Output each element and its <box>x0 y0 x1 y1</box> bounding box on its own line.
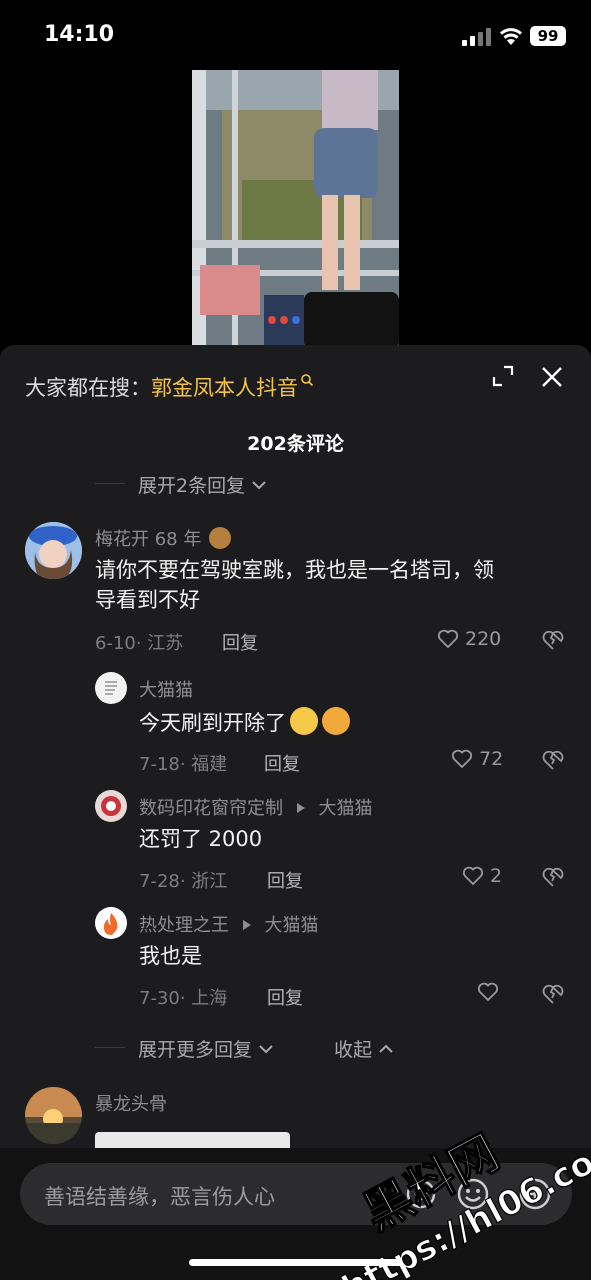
expand-more-replies[interactable]: 展开更多回复 <box>138 1035 274 1062</box>
heart-icon <box>462 866 484 886</box>
comment-meta: 6-10· 江苏 <box>95 633 184 654</box>
reply-to-name: 大猫猫 <box>318 798 373 819</box>
reply-author[interactable]: 大猫猫 <box>139 676 193 702</box>
reply-button[interactable]: 回复 <box>222 629 258 655</box>
video-thumbnail[interactable] <box>192 70 399 350</box>
like-button[interactable]: 72 <box>451 748 503 770</box>
broken-heart-icon[interactable] <box>541 983 565 1005</box>
reply-text-content: 今天刷到开除了 <box>139 711 286 735</box>
wifi-icon <box>500 28 522 45</box>
search-icon <box>301 374 314 387</box>
comment-text: 请你不要在驾驶室跳，我也是一名塔司，领 导看到不好 <box>95 555 565 615</box>
reply-author[interactable]: 数码印花窗帘定制 大猫猫 <box>139 794 372 820</box>
status-time: 14:10 <box>44 22 115 47</box>
chevron-down-icon <box>259 1045 273 1054</box>
hot-search-bar[interactable]: 大家都在搜：郭金凤本人抖音 <box>25 372 314 402</box>
like-count: 220 <box>465 628 502 650</box>
heart-icon <box>451 749 473 769</box>
fullscreen-icon[interactable] <box>492 365 514 387</box>
avatar[interactable] <box>95 790 127 822</box>
like-button[interactable]: 2 <box>462 865 502 887</box>
laughing-emoji-icon <box>322 707 350 735</box>
comment-count: 202条评论 <box>247 433 344 455</box>
divider <box>95 1047 125 1048</box>
broken-heart-icon[interactable] <box>541 629 565 651</box>
status-bar: 14:10 99 <box>0 0 591 70</box>
expand-replies-top[interactable]: 展开2条回复 <box>138 471 267 498</box>
reply-text: 还罚了 2000 <box>139 827 263 851</box>
like-count: 2 <box>490 865 503 887</box>
comment-input[interactable]: 善语结善缘，恶言伤人心 <box>20 1163 572 1225</box>
hot-search-label: 大家都在搜： <box>25 376 151 400</box>
commenter-name[interactable]: 暴龙头骨 <box>95 1090 167 1116</box>
commenter-name[interactable]: 梅花开 68 年 <box>95 525 232 551</box>
heart-icon <box>477 982 499 1002</box>
mention-icon[interactable] <box>404 1177 438 1211</box>
reply-author-text: 热处理之王 <box>139 915 229 936</box>
reply-author[interactable]: 热处理之王 大猫猫 <box>139 911 318 937</box>
play-arrow-icon <box>242 920 251 930</box>
broken-heart-icon[interactable] <box>541 866 565 888</box>
add-icon[interactable] <box>518 1177 552 1211</box>
cellular-signal-icon <box>462 28 492 46</box>
reply-meta: 7-30· 上海 <box>139 988 228 1009</box>
chevron-down-icon <box>252 481 266 490</box>
commenter-name-text: 梅花开 68 年 <box>95 529 202 550</box>
reply-to-name: 大猫猫 <box>264 915 319 936</box>
reply-button[interactable]: 回复 <box>267 867 303 893</box>
comment-input-placeholder: 善语结善缘，恶言伤人心 <box>44 1185 275 1209</box>
chevron-up-icon <box>379 1044 393 1053</box>
emoji-icon[interactable] <box>456 1177 490 1211</box>
like-button[interactable]: 220 <box>437 628 501 650</box>
reply-text: 今天刷到开除了 <box>139 707 350 738</box>
heart-icon <box>437 629 459 649</box>
reply-text: 我也是 <box>139 944 202 968</box>
close-icon[interactable] <box>540 365 564 389</box>
collapse-label: 收起 <box>334 1039 373 1061</box>
home-indicator[interactable] <box>189 1259 403 1266</box>
avatar[interactable] <box>95 672 127 704</box>
collapse-replies[interactable]: 收起 <box>334 1035 394 1062</box>
play-arrow-icon <box>296 803 305 813</box>
reply-meta: 7-18· 福建 <box>139 754 228 775</box>
avatar[interactable] <box>25 1087 82 1144</box>
comment-text-line2: 导看到不好 <box>95 588 200 612</box>
rolling-eyes-emoji-icon <box>290 707 318 735</box>
expand-more-label: 展开更多回复 <box>138 1039 253 1061</box>
reply-button[interactable]: 回复 <box>267 984 303 1010</box>
avatar[interactable] <box>95 907 127 939</box>
divider <box>95 483 125 484</box>
comment-text-line1: 请你不要在驾驶室跳，我也是一名塔司，领 <box>95 558 494 582</box>
battery-icon: 99 <box>530 26 566 46</box>
reply-author-text: 数码印花窗帘定制 <box>139 798 283 819</box>
reply-button[interactable]: 回复 <box>264 750 300 776</box>
reply-meta: 7-28· 浙江 <box>139 871 228 892</box>
avatar[interactable] <box>25 522 82 579</box>
comment-sheet: 大家都在搜：郭金凤本人抖音 202条评论 展开2条回复 梅花开 68 年 请你不… <box>0 345 591 1280</box>
like-button[interactable] <box>477 982 505 1002</box>
broken-heart-icon[interactable] <box>541 749 565 771</box>
hot-search-keyword[interactable]: 郭金凤本人抖音 <box>151 376 298 400</box>
expand-replies-label: 展开2条回复 <box>138 475 246 497</box>
monkey-badge-icon <box>209 527 232 549</box>
like-count: 72 <box>479 748 504 770</box>
